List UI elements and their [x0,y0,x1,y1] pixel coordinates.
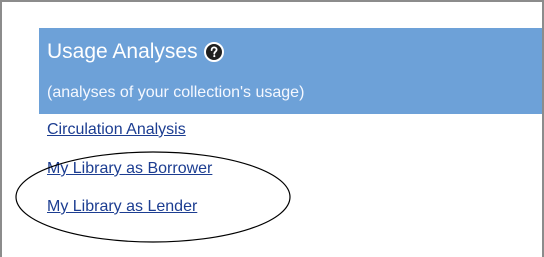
help-icon[interactable] [203,42,224,62]
question-mark-glyph [210,46,218,58]
panel-subtitle: (analyses of your collection's usage) [47,84,305,101]
link-my-library-as-lender[interactable]: My Library as Lender [47,197,197,217]
panel-title: Usage Analyses [47,40,198,63]
link-circulation-analysis[interactable]: Circulation Analysis [47,120,186,140]
panel-title-row: Usage Analyses [47,38,224,66]
link-my-library-as-borrower[interactable]: My Library as Borrower [47,159,212,179]
